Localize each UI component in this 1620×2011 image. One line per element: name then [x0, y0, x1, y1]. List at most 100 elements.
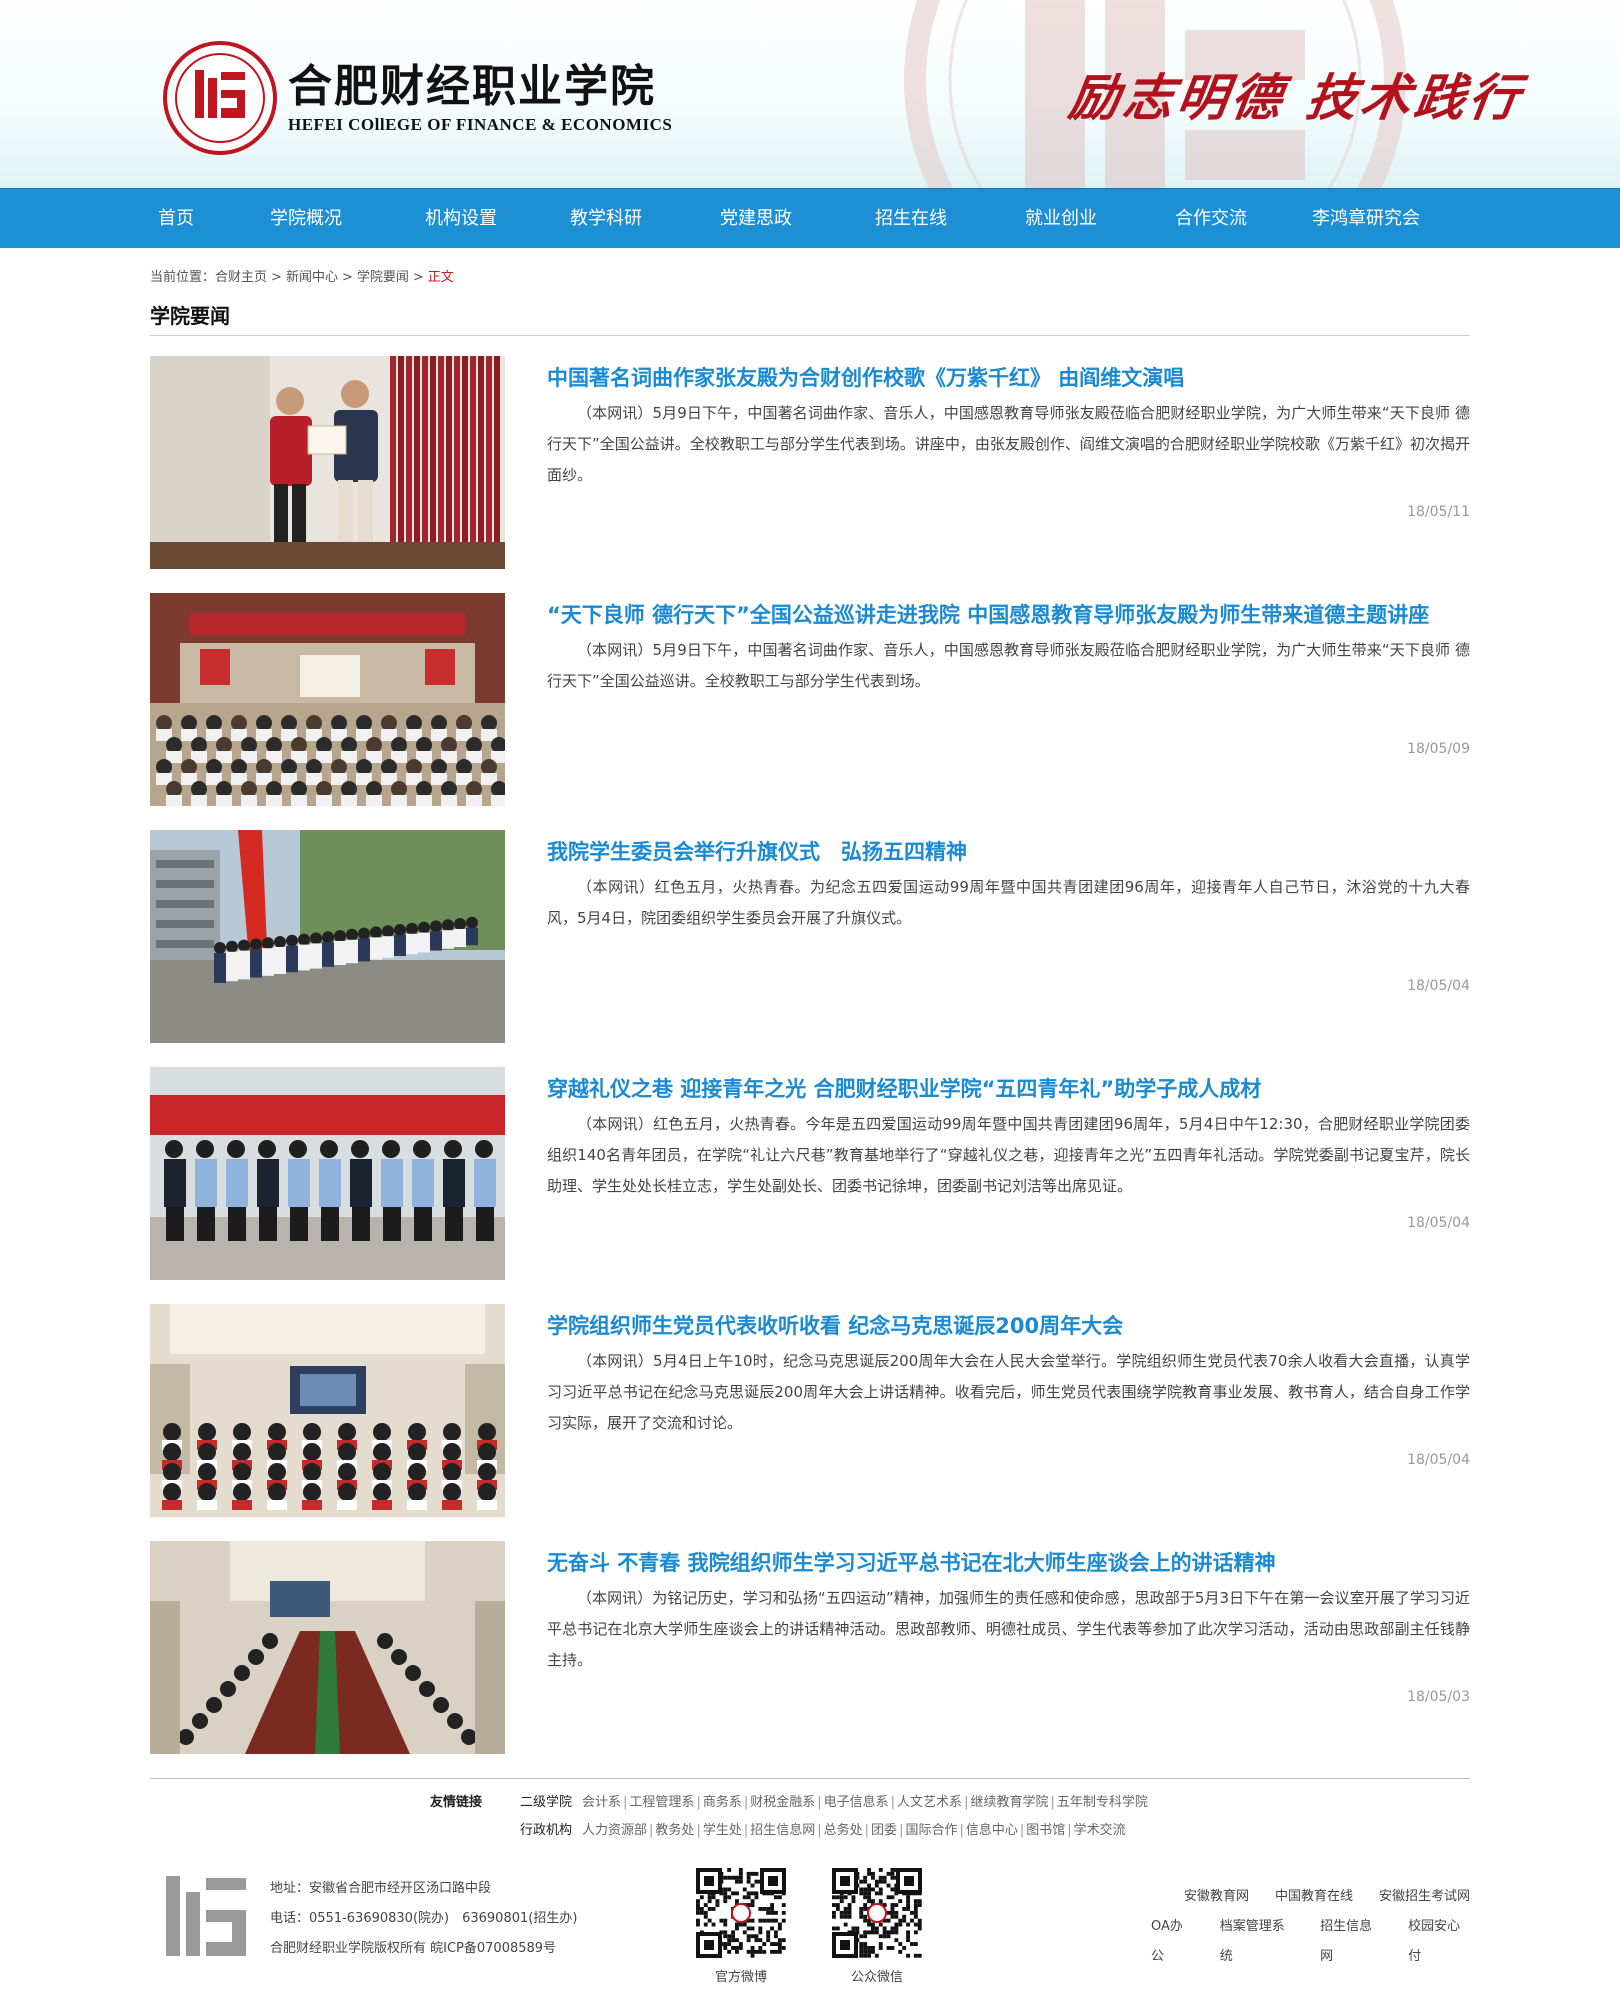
- breadcrumb-current: 正文: [427, 270, 454, 285]
- college-motto: 励志明德 技术践行: [1065, 68, 1528, 127]
- link-divider: |: [864, 1823, 870, 1838]
- link-category: 行政机构: [520, 1823, 573, 1838]
- footer-address: 地址：安徽省合肥市经开区汤口路中段: [270, 1881, 492, 1896]
- news-body: 无奋斗 不青春 我院组织师生学习习近平总书记在北大师生座谈会上的讲话精神 （本网…: [547, 1541, 1470, 1754]
- footer-link[interactable]: 中国教育在线: [1275, 1882, 1353, 1912]
- news-title-link[interactable]: 中国著名词曲作家张友殿为合财创作校歌《万紫千红》 由阎维文演唱: [547, 364, 1470, 392]
- breadcrumb-link[interactable]: 新闻中心: [286, 270, 338, 285]
- link-divider: |: [696, 1795, 701, 1810]
- nav-item[interactable]: 招生在线: [836, 189, 986, 249]
- news-thumbnail-image: [150, 593, 505, 806]
- friendly-link[interactable]: 电子信息系: [824, 1795, 889, 1810]
- qr-wechat[interactable]: 公众微信: [830, 1866, 924, 1985]
- breadcrumb-link[interactable]: 学院要闻: [357, 270, 409, 285]
- footer-link[interactable]: 档案管理系统: [1220, 1912, 1294, 1964]
- breadcrumb-separator: >: [412, 270, 424, 285]
- nav-item[interactable]: 教学科研: [536, 189, 676, 249]
- news-item: 我院学生委员会举行升旗仪式 弘扬五四精神 （本网讯）红色五月，火热青春。为纪念五…: [150, 830, 1470, 1043]
- news-item: 中国著名词曲作家张友殿为合财创作校歌《万紫千红》 由阎维文演唱 （本网讯）5月9…: [150, 356, 1470, 569]
- friendly-link[interactable]: 五年制专科学院: [1057, 1795, 1148, 1810]
- qr-code-icon: [830, 1866, 924, 1960]
- footer-link[interactable]: 招生信息网: [1320, 1912, 1382, 1964]
- friendly-link[interactable]: 财税金融系: [750, 1795, 815, 1810]
- friendly-link[interactable]: 总务处: [824, 1823, 863, 1838]
- footer-info: 地址：安徽省合肥市经开区汤口路中段 电话：0551-63690830(院办) 6…: [270, 1874, 577, 1964]
- news-body: 我院学生委员会举行升旗仪式 弘扬五四精神 （本网讯）红色五月，火热青春。为纪念五…: [547, 830, 1470, 1043]
- nav-item[interactable]: 就业创业: [986, 189, 1136, 249]
- friendly-link[interactable]: 图书馆: [1026, 1823, 1065, 1838]
- news-summary: （本网讯）5月9日下午，中国著名词曲作家、音乐人，中国感恩教育导师张友殿莅临合肥…: [547, 641, 1470, 690]
- news-thumbnail-image: [150, 1304, 505, 1517]
- site-logo[interactable]: 合肥财经职业学院 HEFEI COllEGE OF FINANCE & ECON…: [162, 40, 672, 156]
- news-title-link[interactable]: 穿越礼仪之巷 迎接青年之光 合肥财经职业学院“五四青年礼”助学子成人成材: [547, 1075, 1470, 1103]
- news-thumbnail[interactable]: [150, 1304, 505, 1517]
- link-divider: |: [649, 1823, 654, 1838]
- nav-item[interactable]: 合作交流: [1136, 189, 1286, 249]
- breadcrumb-separator: >: [271, 270, 282, 285]
- footer-copyright: 合肥财经职业学院版权所有 皖ICP备07008589号: [270, 1941, 557, 1956]
- friendly-link[interactable]: 人文艺术系: [897, 1795, 962, 1810]
- news-item: 无奋斗 不青春 我院组织师生学习习近平总书记在北大师生座谈会上的讲话精神 （本网…: [150, 1541, 1470, 1754]
- news-thumbnail[interactable]: [150, 830, 505, 1043]
- news-body: 中国著名词曲作家张友殿为合财创作校歌《万紫千红》 由阎维文演唱 （本网讯）5月9…: [547, 356, 1470, 569]
- link-row-colleges: 二级学院 会计系 | 工程管理系 | 商务系 | 财税金融系 | 电子信息系 | 人文艺术系 | 继续教育…: [520, 1791, 1148, 1810]
- friendly-link[interactable]: 团委: [871, 1823, 897, 1838]
- link-divider: |: [623, 1795, 628, 1810]
- news-title-link[interactable]: 学院组织师生党员代表收听收看 纪念马克思诞辰200周年大会: [547, 1312, 1470, 1340]
- news-summary: （本网讯）为铭记历史，学习和弘扬“五四运动”精神，加强师生的责任感和使命感，思政…: [547, 1589, 1470, 1669]
- news-list: 中国著名词曲作家张友殿为合财创作校歌《万紫千红》 由阎维文演唱 （本网讯）5月9…: [150, 356, 1470, 1754]
- footer-link[interactable]: 安徽招生考试网: [1379, 1882, 1470, 1912]
- footer-link[interactable]: 安徽教育网: [1184, 1882, 1249, 1912]
- link-divider: |: [1050, 1795, 1055, 1810]
- friendly-links-label: 友情链接: [430, 1795, 483, 1810]
- friendly-link[interactable]: 国际合作: [905, 1823, 957, 1838]
- news-date: 18/05/09: [1407, 741, 1470, 757]
- news-date: 18/05/04: [1407, 1452, 1470, 1468]
- footer-link[interactable]: 校园安心付: [1408, 1912, 1470, 1964]
- breadcrumb: 当前位置：合财主页 > 新闻中心 > 学院要闻 > 正文: [150, 266, 1470, 285]
- breadcrumb-prefix: 当前位置：: [150, 270, 216, 285]
- news-thumbnail[interactable]: [150, 593, 505, 806]
- news-title-link[interactable]: 无奋斗 不青春 我院组织师生学习习近平总书记在北大师生座谈会上的讲话精神: [547, 1549, 1470, 1577]
- friendly-link[interactable]: 学术交流: [1074, 1823, 1126, 1838]
- news-thumbnail[interactable]: [150, 1067, 505, 1280]
- link-divider: |: [743, 1823, 749, 1838]
- friendly-link[interactable]: 教务处: [655, 1823, 694, 1838]
- friendly-link[interactable]: 学生处: [703, 1823, 742, 1838]
- friendly-links: 友情链接 二级学院 会计系 | 工程管理系 | 商务系 | 财税金融系 | 电子信息系 | 人文艺术系…: [150, 1778, 1470, 1858]
- news-summary: （本网讯）红色五月，火热青春。为纪念五四爱国运动99周年暨中国共青团建团96周年…: [547, 878, 1470, 927]
- news-thumbnail[interactable]: [150, 1541, 505, 1754]
- college-seal-icon: [163, 41, 277, 155]
- news-summary: （本网讯）5月4日上午10时，纪念马克思诞辰200周年大会在人民大会堂举行。学院…: [547, 1352, 1470, 1432]
- nav-item[interactable]: 学院概况: [226, 189, 386, 249]
- breadcrumb-link[interactable]: 合财主页: [215, 270, 267, 285]
- nav-item[interactable]: 李鸿章研究会: [1286, 189, 1446, 249]
- friendly-link[interactable]: 人力资源部: [582, 1823, 647, 1838]
- footer-logo-icon: [166, 1876, 246, 1956]
- friendly-link[interactable]: 信息中心: [966, 1823, 1018, 1838]
- nav-item[interactable]: 机构设置: [386, 189, 536, 249]
- friendly-link[interactable]: 继续教育学院: [970, 1795, 1048, 1810]
- friendly-link[interactable]: 会计系: [582, 1795, 621, 1810]
- nav-item[interactable]: 党建思政: [676, 189, 836, 249]
- qr-weibo[interactable]: 官方微博: [694, 1866, 788, 1985]
- friendly-link[interactable]: 招生信息网: [750, 1823, 815, 1838]
- nav-item[interactable]: 首页: [126, 189, 226, 249]
- qr-weibo-label: 官方微博: [714, 1970, 767, 1985]
- friendly-link[interactable]: 商务系: [703, 1795, 742, 1810]
- link-divider: |: [1019, 1823, 1025, 1838]
- footer-link[interactable]: OA办公: [1151, 1912, 1194, 1964]
- news-thumbnail[interactable]: [150, 356, 505, 569]
- news-summary: （本网讯）5月9日下午，中国著名词曲作家、音乐人，中国感恩教育导师张友殿莅临合肥…: [547, 404, 1470, 484]
- link-category: 二级学院: [520, 1795, 573, 1810]
- link-divider: |: [696, 1823, 701, 1838]
- news-date: 18/05/04: [1407, 1215, 1470, 1231]
- news-title-link[interactable]: “天下良师 德行天下”全国公益巡讲走进我院 中国感恩教育导师张友殿为师生带来道德…: [547, 601, 1470, 629]
- news-title-link[interactable]: 我院学生委员会举行升旗仪式 弘扬五四精神: [547, 838, 1470, 866]
- qr-code-icon: [694, 1866, 788, 1960]
- footer-links: 安徽教育网 中国教育在线 安徽招生考试网 OA办公 档案管理系统 招生信息网 校园安心付: [1125, 1882, 1470, 1964]
- link-divider: |: [743, 1795, 749, 1810]
- friendly-link[interactable]: 工程管理系: [629, 1795, 694, 1810]
- section-title: 学院要闻: [150, 300, 1470, 336]
- link-divider: |: [817, 1795, 822, 1810]
